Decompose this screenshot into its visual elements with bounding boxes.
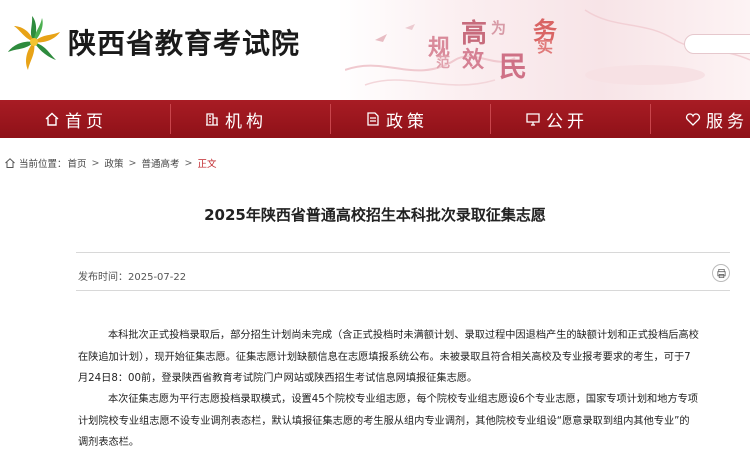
heart-hands-icon	[685, 113, 701, 126]
paragraph-line: 调剂表态栏。	[78, 437, 140, 448]
breadcrumb-current: 正文	[197, 159, 217, 170]
nav-divider	[170, 104, 171, 134]
breadcrumb-link[interactable]: 普通高考	[141, 156, 179, 170]
nav-item-label: 公开	[546, 111, 588, 132]
nav-item-organization[interactable]: 机构	[204, 100, 267, 138]
nav-divider	[490, 104, 491, 134]
slogan-char: 范	[436, 55, 450, 71]
breadcrumb-prefix: 当前位置：	[19, 159, 67, 170]
nav-item-label: 首页	[65, 111, 107, 132]
home-icon	[45, 112, 59, 126]
publish-date-value: 2025-07-22	[128, 272, 187, 283]
building-icon	[206, 113, 218, 126]
slogan-char: 民	[499, 50, 528, 83]
print-icon	[716, 268, 726, 278]
nav-item-public[interactable]: 公开	[525, 100, 588, 138]
article-paragraph: 本科批次正式投档录取后，部分招生计划尚未完成（含正式投档时未满额计划、录取过程中…	[78, 325, 738, 390]
nav-item-label: 服务	[706, 111, 748, 132]
divider	[76, 252, 730, 253]
slogan-char: 实	[537, 37, 554, 56]
paragraph-line: 本次征集志愿为平行志愿投档录取模式，设置45个院校专业组志愿，每个院校专业组志愿…	[108, 394, 698, 405]
breadcrumb-link[interactable]: 首页	[68, 156, 87, 170]
article-paragraph: 本次征集志愿为平行志愿投档录取模式，设置45个院校专业组志愿，每个院校专业组志愿…	[78, 389, 738, 453]
monitor-icon	[526, 113, 540, 126]
breadcrumb: 当前位置： 首页 > 政策 > 普通高考 > 正文	[4, 155, 217, 171]
nav-item-label: 机构	[225, 111, 267, 132]
nav-item-service[interactable]: 服务	[685, 100, 748, 138]
site-title[interactable]: 陕西省教育考试院	[68, 22, 300, 62]
nav-divider	[330, 104, 331, 134]
divider	[76, 290, 730, 291]
nav-divider	[650, 104, 651, 134]
paragraph-line: 计划院校专业组志愿不设专业调剂表态栏，默认填报征集志愿的考生服从组内专业调剂，其…	[78, 415, 690, 427]
slogan-char: 效	[462, 47, 485, 73]
breadcrumb-separator: >	[91, 157, 100, 169]
slogan-char: 为	[491, 19, 507, 37]
breadcrumb-link[interactable]: 政策	[105, 156, 124, 170]
document-icon	[367, 112, 379, 126]
search-input[interactable]	[684, 34, 750, 54]
article-title: 2025年陕西省普通高校招生本科批次录取征集志愿	[204, 206, 546, 224]
nav-item-label: 政策	[386, 111, 428, 132]
site-header: 陕西省教育考试院 规 高 为 务 范 效 民 实	[0, 0, 750, 100]
paragraph-line: 月24日8：00前，登录陕西省教育考试院门户网站或陕西招生考试信息网填报征集志愿…	[78, 373, 478, 384]
print-button[interactable]	[712, 264, 730, 282]
nav-item-home[interactable]: 首页	[44, 100, 107, 138]
home-icon	[5, 158, 15, 168]
logo-icon[interactable]	[6, 14, 62, 74]
main-nav: 首页 机构 政策 公开 服务	[0, 100, 750, 138]
breadcrumb-separator: >	[128, 157, 137, 169]
paragraph-line: 本科批次正式投档录取后，部分招生计划尚未完成（含正式投档时未满额计划、录取过程中…	[108, 330, 699, 341]
publish-date: 发布时间：2025-07-22	[78, 268, 186, 283]
publish-label: 发布时间：	[78, 272, 128, 283]
paragraph-line: 在陕追加计划），现开始征集志愿。征集志愿计划缺额信息在志愿填报系统公布。未被录取…	[78, 351, 691, 363]
nav-item-policy[interactable]: 政策	[365, 100, 428, 138]
breadcrumb-separator: >	[184, 157, 193, 169]
